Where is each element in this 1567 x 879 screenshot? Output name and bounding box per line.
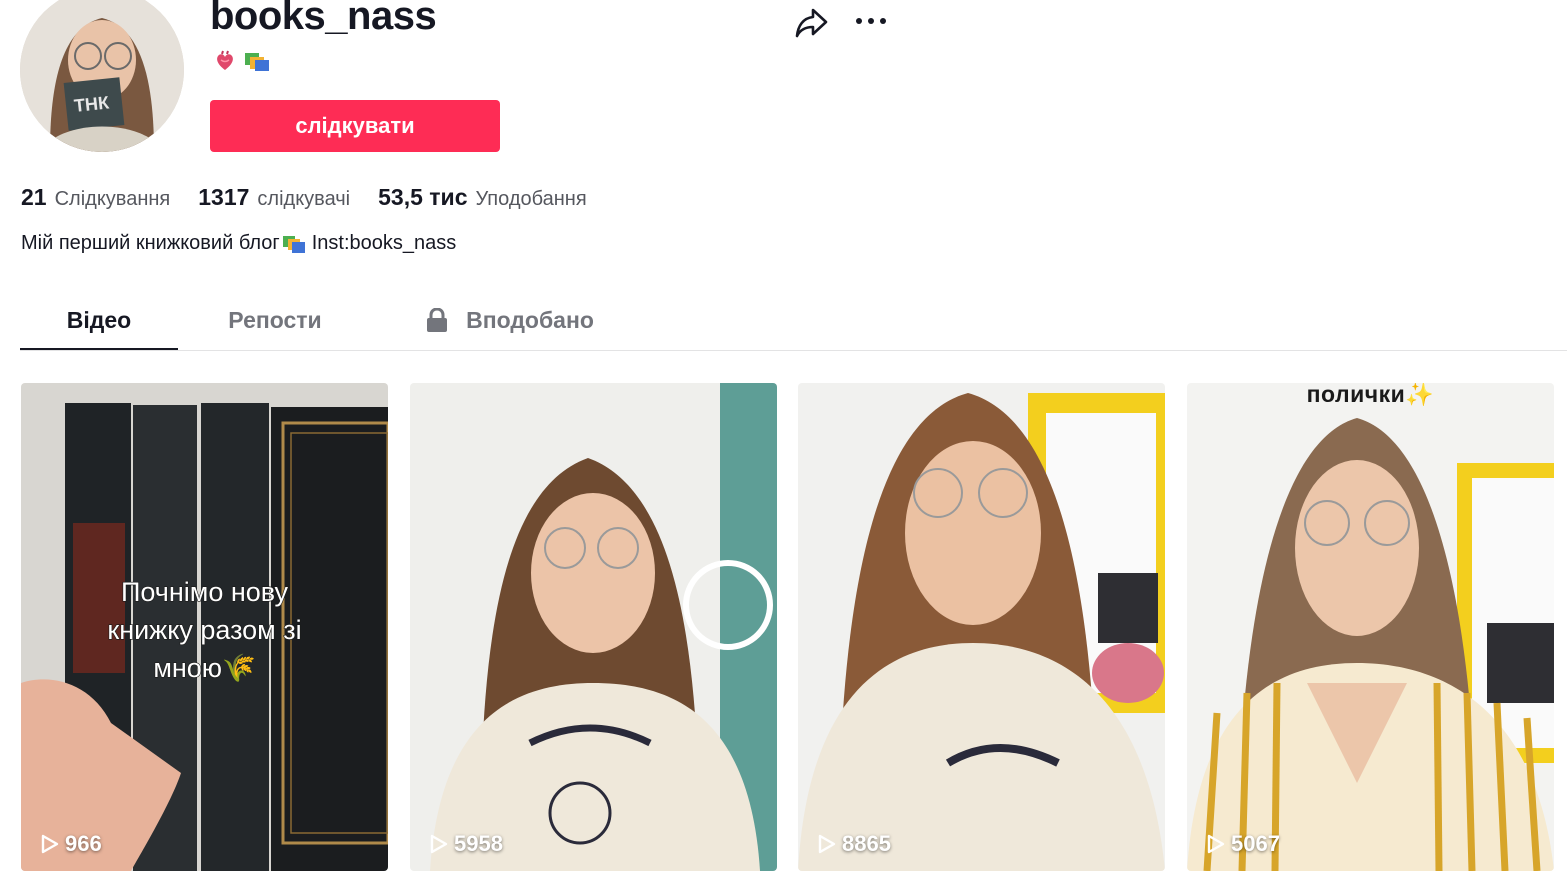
share-icon[interactable]: [793, 4, 829, 40]
likes-count: 53,5 тис: [378, 184, 468, 210]
video-thumbnail: [798, 383, 1165, 871]
video-thumbnail: [1187, 383, 1554, 871]
video-thumbnail: [410, 383, 777, 871]
caption-line: Почнімо нову: [120, 576, 289, 607]
followers-label: слідкувачі: [257, 188, 351, 210]
play-icon: [1207, 834, 1225, 854]
tab-liked[interactable]: Вподобано: [410, 292, 610, 348]
video-card[interactable]: 8865: [798, 383, 1165, 871]
followers-count: 1317: [198, 184, 250, 210]
bio: Мій перший книжковий блог Inst:books_nas…: [21, 232, 456, 255]
play-icon: [41, 834, 59, 854]
followers-stat[interactable]: 1317 слідкувачі: [198, 184, 350, 211]
bio-instagram: Inst:books_nass: [311, 232, 457, 254]
bio-text: Мій перший книжковий блог: [21, 232, 280, 254]
tab-videos-label: Відео: [66, 306, 132, 333]
view-count-value: 5958: [454, 831, 503, 856]
profile-stats: 21 Слідкування 1317 слідкувачі 53,5 тис …: [21, 184, 615, 211]
play-icon: [818, 834, 836, 854]
following-label: Слідкування: [54, 188, 171, 210]
view-count: 966: [41, 831, 102, 857]
tab-reposts[interactable]: Репости: [198, 292, 352, 348]
following-stat[interactable]: 21 Слідкування: [21, 184, 170, 211]
books-icon: [282, 234, 306, 254]
video-caption: полички✨: [1306, 383, 1435, 407]
view-count-value: 8865: [842, 831, 891, 856]
view-count: 8865: [818, 831, 891, 857]
profile-tabs: Відео Репости Вподобано: [20, 292, 1567, 351]
follow-button[interactable]: слідкувати: [210, 100, 500, 152]
anatomical-heart-icon: [214, 50, 236, 72]
username: books_nass: [210, 0, 437, 38]
view-count-value: 5067: [1231, 831, 1280, 856]
following-count: 21: [21, 184, 47, 210]
view-count: 5958: [430, 831, 503, 857]
caption-line: книжку разом зі: [107, 614, 302, 645]
lock-icon: [426, 307, 448, 332]
view-count: 5067: [1207, 831, 1280, 857]
tab-videos[interactable]: Відео: [20, 292, 178, 350]
play-icon: [430, 834, 448, 854]
view-count-value: 966: [65, 831, 102, 856]
likes-stat: 53,5 тис Уподобання: [378, 184, 587, 211]
bio-emojis: [214, 48, 270, 74]
video-caption: Почнімо нову книжку разом зі мною🌾: [21, 573, 388, 687]
likes-label: Уподобання: [475, 188, 587, 210]
svg-text:ТНК: ТНК: [73, 92, 111, 116]
avatar[interactable]: ТНК: [20, 0, 184, 152]
video-card[interactable]: 5958: [410, 383, 777, 871]
books-icon: [244, 50, 270, 72]
tab-reposts-label: Репости: [228, 306, 322, 333]
video-card[interactable]: Почнімо нову книжку разом зі мною🌾 966: [21, 383, 388, 871]
video-card[interactable]: полички✨ 5067: [1187, 383, 1554, 871]
more-icon[interactable]: [852, 6, 890, 36]
tab-liked-label: Вподобано: [466, 306, 594, 333]
caption-line: мною🌾: [153, 652, 257, 683]
